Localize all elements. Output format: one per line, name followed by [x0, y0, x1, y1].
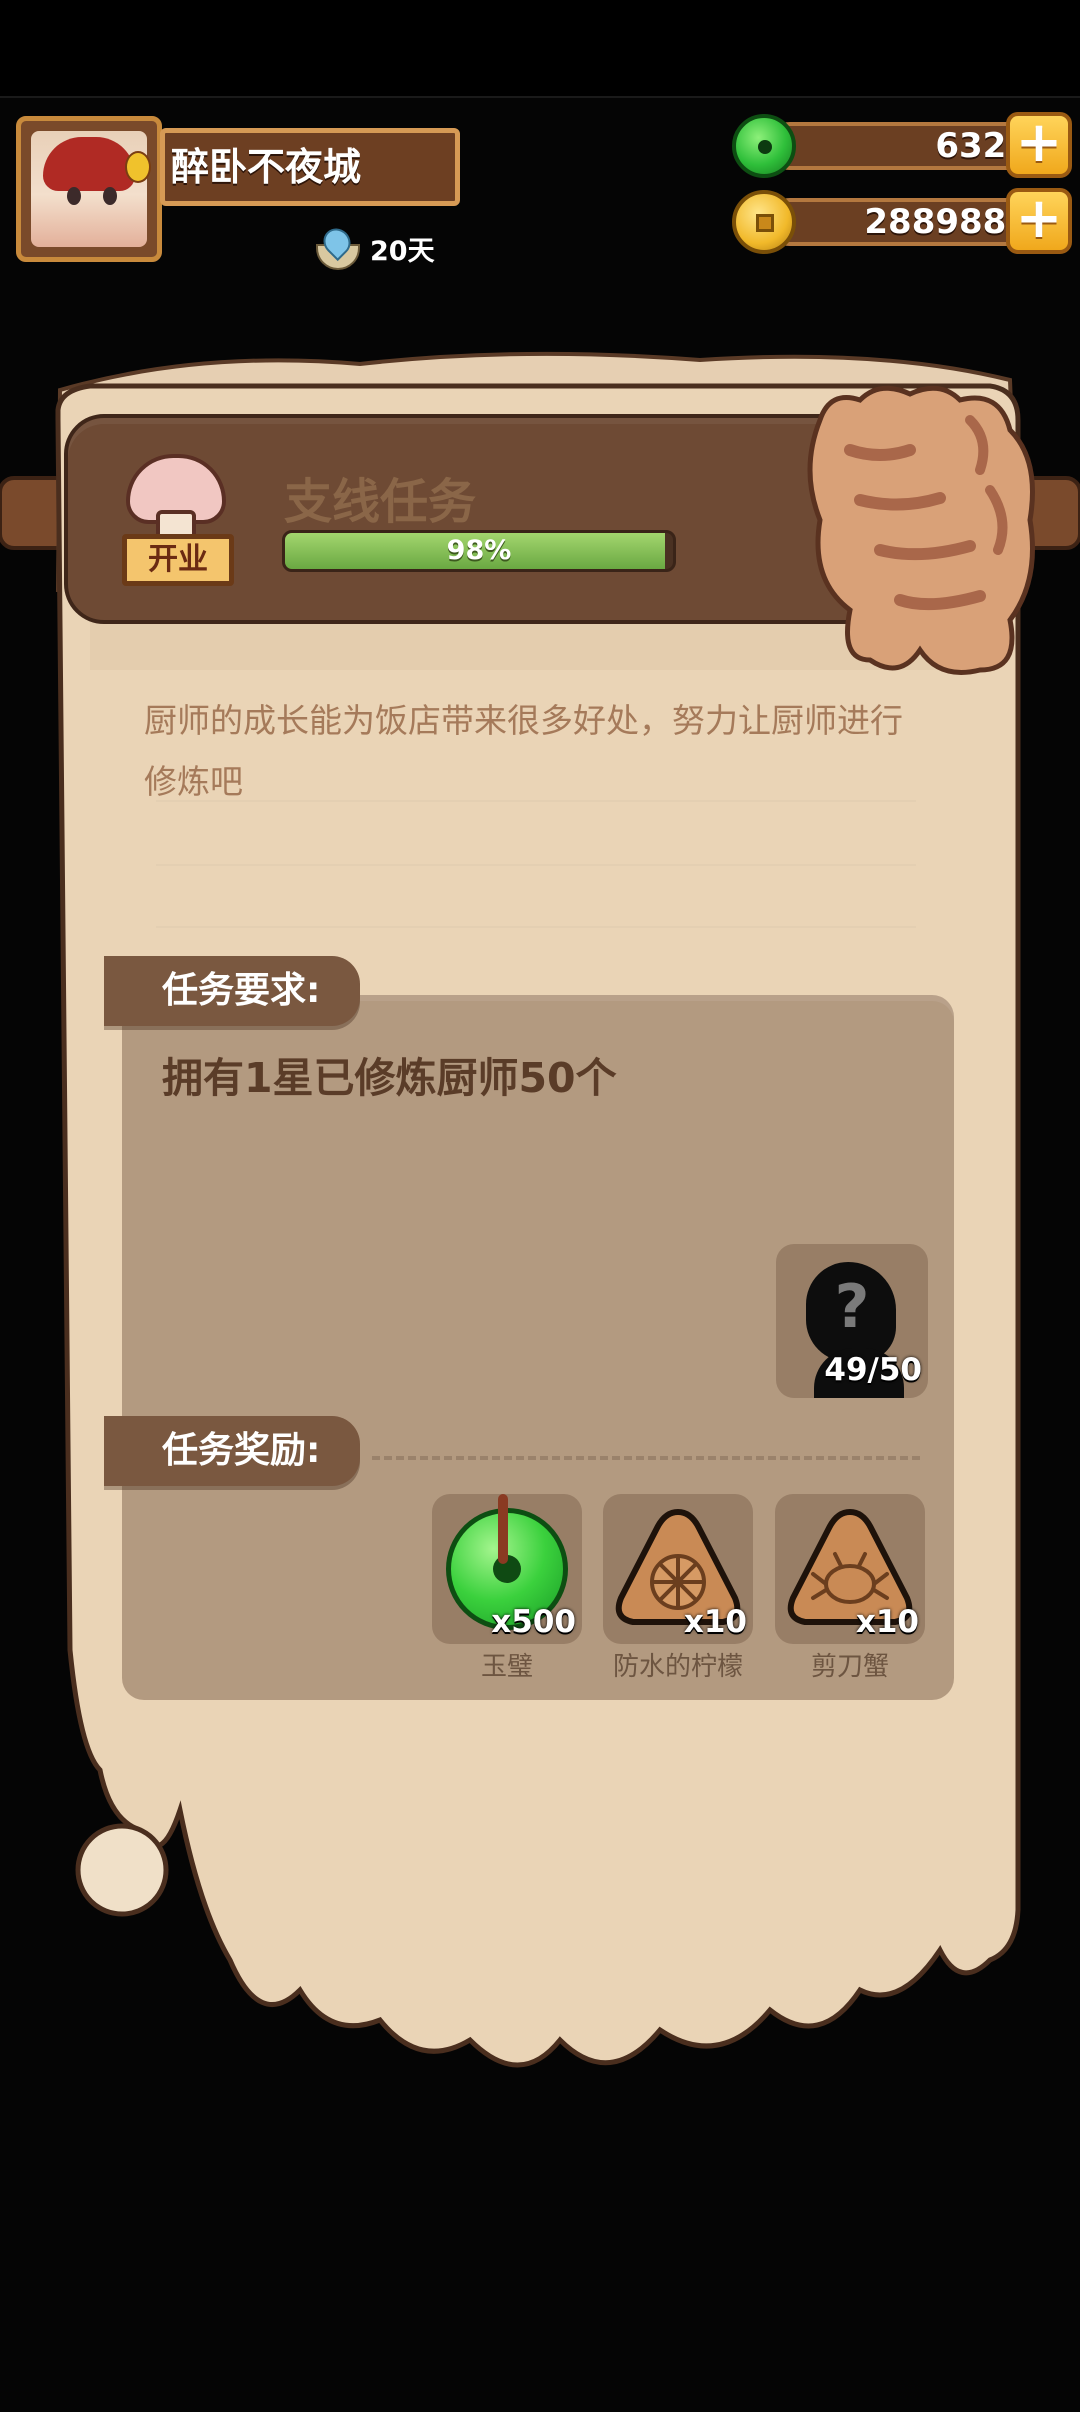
add-jade-button[interactable]: +: [1006, 112, 1072, 178]
days-counter: 20天: [312, 222, 435, 272]
days-text: 20天: [370, 235, 435, 267]
shop-mushroom-icon: 开业: [108, 446, 248, 596]
coin-amount: 2889888: [864, 202, 1030, 242]
reward-name: 剪刀蟹: [810, 1652, 889, 1682]
task-description: 厨师的成长能为饭店带来很多好处，努力让厨师进行修炼吧: [144, 701, 903, 801]
avatar[interactable]: [16, 116, 162, 262]
flame-badge-icon: [125, 151, 151, 183]
divider: [156, 926, 916, 928]
droplet-bowl-icon: [312, 222, 360, 270]
player-name: 醉卧不夜城: [160, 128, 460, 206]
divider: [156, 864, 916, 866]
coin-bar: 2889888: [766, 198, 1036, 246]
coin-icon: [732, 190, 796, 254]
divider: [156, 800, 916, 802]
reward-qty: x500: [491, 1604, 576, 1640]
reward-name: 玉璧: [480, 1652, 533, 1682]
status-bar: [0, 0, 1080, 98]
jade-string: [498, 1494, 508, 1564]
cat-mascot-icon: [807, 385, 1035, 675]
jade-icon: [732, 114, 796, 178]
reward-item[interactable]: x10: [603, 1494, 753, 1644]
requirement-text: 拥有1星已修炼厨师50个: [162, 1054, 617, 1102]
task-title: 支线任务: [284, 474, 477, 530]
requirement-label: 任务要求:: [104, 956, 360, 1026]
avatar-eye: [103, 187, 117, 205]
task-progress-bar: 98%: [282, 530, 676, 572]
jade-bar: 6326: [766, 122, 1036, 170]
reward-item[interactable]: x500: [432, 1494, 582, 1644]
progress-text: 98%: [446, 535, 512, 566]
question-mark-icon: ?: [834, 1272, 870, 1342]
jade-amount: 6326: [935, 126, 1030, 166]
chef-requirement-slot[interactable]: ? 49/50: [776, 1244, 928, 1398]
avatar-eye: [67, 187, 81, 205]
jade-resource: 6326 +: [732, 112, 1072, 178]
reward-label: 任务奖励:: [104, 1416, 360, 1486]
reward-item[interactable]: x10: [775, 1494, 925, 1644]
reward-name: 防水的柠檬: [612, 1652, 743, 1682]
dashed-divider: [372, 1456, 920, 1460]
add-coins-button[interactable]: +: [1006, 188, 1072, 254]
coin-resource: 2889888 +: [732, 188, 1072, 254]
reward-qty: x10: [683, 1604, 747, 1640]
requirement-progress: 49/50: [824, 1352, 922, 1388]
reward-qty: x10: [855, 1604, 919, 1640]
open-sign: 开业: [122, 534, 234, 586]
